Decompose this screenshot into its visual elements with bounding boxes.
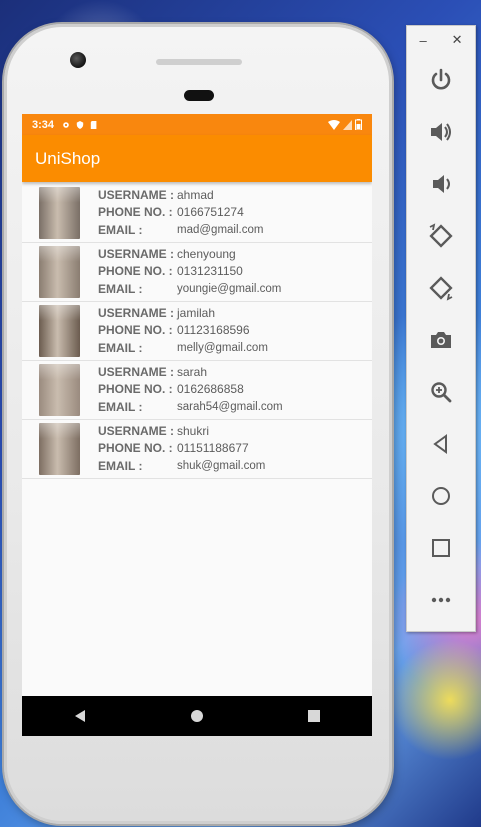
user-thumbnail — [39, 364, 80, 416]
rotate-left-button[interactable] — [407, 210, 475, 262]
username-value: chenyoung — [177, 246, 236, 261]
username-label: USERNAME : — [98, 305, 175, 320]
user-list-item[interactable]: USERNAME : ahmad PHONE NO. : 0166751274 EMAI… — [22, 184, 372, 243]
status-bar: 3:34 — [22, 114, 372, 135]
user-list-item[interactable]: USERNAME : shukri PHONE NO. : 01151188677 EM… — [22, 420, 372, 479]
minimize-icon[interactable]: – — [419, 33, 426, 48]
email-label: EMAIL : — [98, 222, 143, 237]
phone-label: PHONE NO. : — [98, 323, 173, 338]
signal-icon — [343, 119, 352, 130]
email-value: melly@gmail.com — [177, 341, 268, 354]
phone-label: PHONE NO. : — [98, 441, 173, 456]
email-label: EMAIL : — [98, 340, 143, 355]
email-label: EMAIL : — [98, 281, 143, 296]
username-value: jamilah — [177, 305, 216, 320]
username-label: USERNAME : — [98, 187, 175, 202]
zoom-button[interactable] — [407, 366, 475, 418]
phone-label: PHONE NO. : — [98, 205, 173, 220]
home-icon — [432, 487, 450, 505]
settings-icon — [63, 121, 69, 128]
overview-button[interactable] — [407, 522, 475, 574]
phone-value: 01151188677 — [177, 441, 249, 456]
proximity-sensor — [184, 90, 214, 101]
rotate-right-button[interactable] — [407, 262, 475, 314]
username-label: USERNAME : — [98, 246, 175, 261]
rotate-right-icon — [429, 276, 453, 301]
screenshot-button[interactable] — [407, 314, 475, 366]
shield-icon — [76, 120, 84, 129]
email-label: EMAIL : — [98, 458, 143, 473]
username-label: USERNAME : — [98, 423, 175, 438]
username-value: sarah — [177, 364, 208, 379]
user-list-item[interactable]: USERNAME : sarah PHONE NO. : 0162686858 EMAI… — [22, 361, 372, 420]
more-icon — [431, 597, 451, 603]
emulator-toolbar: – ✕ — [406, 25, 476, 632]
phone-value: 0131231150 — [177, 264, 243, 279]
email-value: sarah54@gmail.com — [177, 400, 283, 413]
volume-down-icon — [433, 175, 450, 193]
username-value: ahmad — [177, 187, 214, 202]
nav-recents-icon[interactable] — [307, 709, 321, 723]
device-frame: 3:34 UniShop USERNAME : ahmad PHONE NO. :0… — [4, 24, 392, 824]
user-list-item[interactable]: USERNAME : jamilah PHONE NO. : 01123168596 E… — [22, 302, 372, 361]
close-icon[interactable]: ✕ — [452, 32, 463, 48]
power-icon — [431, 68, 451, 90]
user-thumbnail — [39, 305, 80, 357]
earpiece-speaker — [156, 59, 242, 65]
phone-label: PHONE NO. : — [98, 382, 173, 397]
app-bar: UniShop — [22, 135, 372, 182]
email-label: EMAIL : — [98, 399, 143, 414]
battery-icon — [355, 119, 362, 130]
back-icon — [433, 434, 447, 454]
nav-back-icon[interactable] — [73, 709, 87, 723]
wifi-icon — [328, 119, 340, 130]
phone-label: PHONE NO. : — [98, 264, 173, 279]
user-thumbnail — [39, 246, 80, 298]
android-nav-bar — [22, 696, 372, 736]
nav-home-icon[interactable] — [190, 709, 204, 723]
volume-up-icon — [431, 123, 451, 141]
username-label: USERNAME : — [98, 364, 175, 379]
back-button[interactable] — [407, 418, 475, 470]
front-camera — [70, 52, 86, 68]
volume-down-button[interactable] — [407, 158, 475, 210]
email-value: mad@gmail.com — [177, 223, 264, 236]
app-title: UniShop — [35, 148, 101, 168]
rotate-left-icon — [429, 223, 453, 248]
volume-up-button[interactable] — [407, 106, 475, 158]
camera-icon — [431, 332, 451, 348]
status-time: 3:34 — [32, 118, 55, 131]
home-button[interactable] — [407, 470, 475, 522]
more-button[interactable] — [407, 574, 475, 626]
sd-card-icon — [90, 120, 97, 129]
user-list[interactable]: USERNAME : ahmad PHONE NO. :0166751274 EMAI… — [22, 182, 372, 479]
username-value: shukri — [177, 423, 210, 438]
power-button[interactable] — [407, 54, 475, 106]
phone-value: 01123168596 — [177, 323, 250, 338]
email-value: shuk@gmail.com — [177, 459, 266, 472]
phone-value: 0166751274 — [177, 205, 244, 220]
email-value: youngie@gmail.com — [177, 282, 282, 295]
overview-icon — [432, 539, 450, 557]
user-thumbnail — [39, 423, 80, 475]
phone-value: 0162686858 — [177, 382, 244, 397]
user-thumbnail — [39, 187, 80, 239]
zoom-icon — [431, 382, 452, 403]
user-list-item[interactable]: USERNAME : chenyoung PHONE NO. : 0131231150… — [22, 243, 372, 302]
device-screen: 3:34 UniShop USERNAME : ahmad PHONE NO. :0… — [22, 114, 372, 736]
